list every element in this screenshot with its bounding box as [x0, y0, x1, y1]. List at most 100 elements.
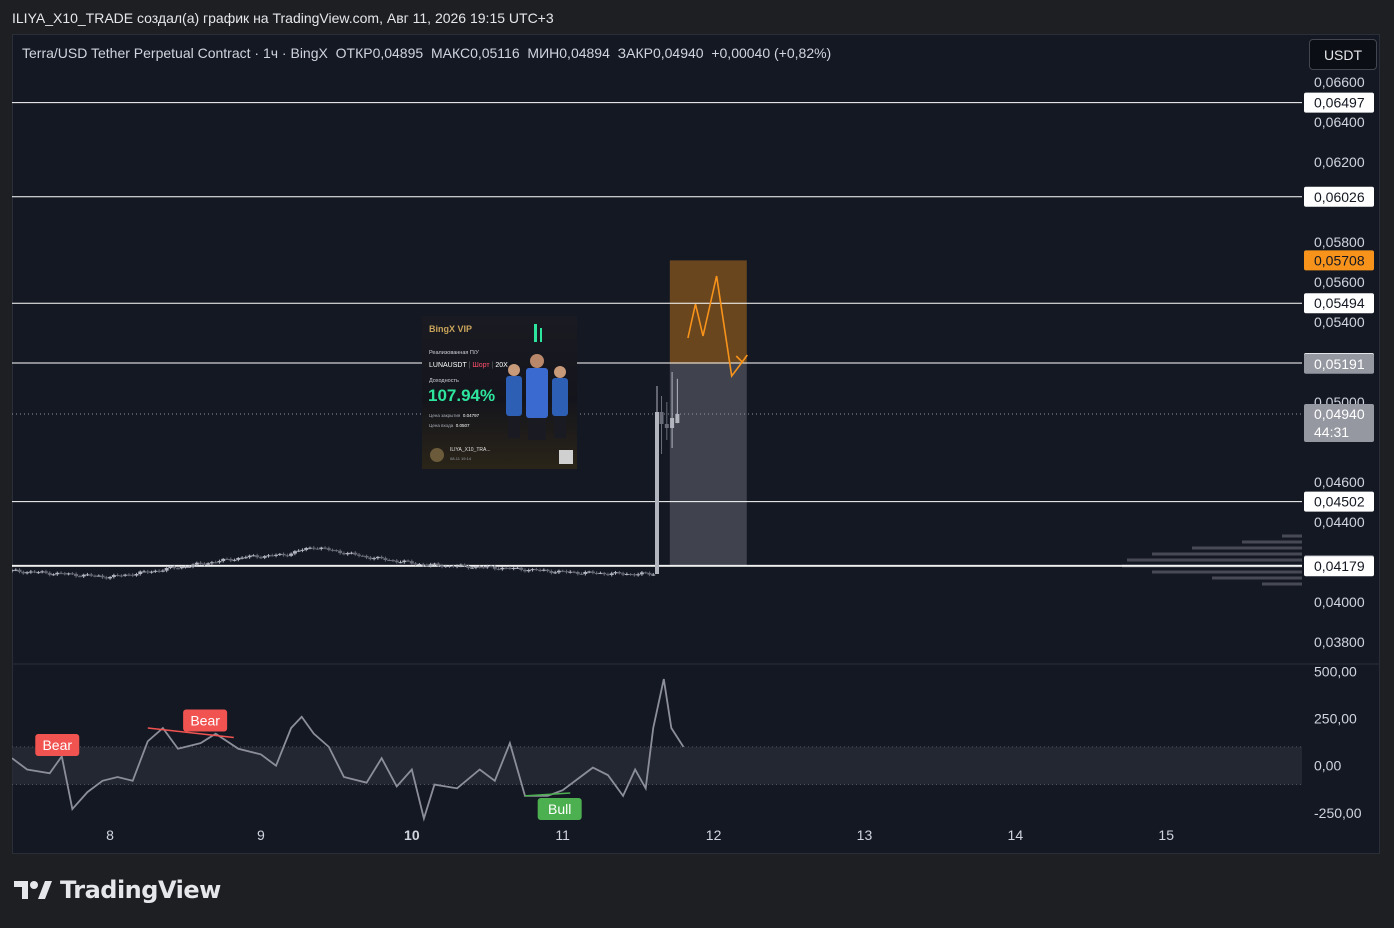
candle-body: [319, 547, 324, 549]
tradingview-wordmark: TradingView: [60, 876, 221, 904]
candle-body: [108, 576, 113, 579]
candle-body: [390, 560, 395, 562]
candle-body: [142, 571, 147, 573]
candle-body: [451, 565, 456, 567]
candle-body: [628, 573, 633, 575]
candle-body: [21, 571, 26, 574]
candle-body: [191, 564, 196, 567]
volume-profile-bar: [1262, 582, 1302, 586]
y-axis-tick-label: 0,05600: [1314, 274, 1365, 290]
candle-body: [255, 555, 260, 558]
candle-body: [583, 571, 588, 574]
candle-body: [228, 559, 233, 561]
candle-body: [164, 568, 169, 571]
promo-entry-price-value: 0.0507: [455, 423, 470, 428]
candle-body: [549, 571, 554, 573]
candle-body: [575, 572, 580, 574]
candle-body: [206, 563, 211, 565]
candle-body: [409, 561, 414, 564]
x-axis-tick-label: 15: [1158, 827, 1174, 843]
candle-body: [572, 571, 577, 573]
change-value: +0,00040 (+0,82%): [711, 45, 832, 61]
promo-user: ILIYA_X10_TRA...: [450, 447, 491, 453]
candle-body: [398, 562, 403, 564]
symbol-legend: Terra/USD Tether Perpetual Contract · 1ч…: [22, 45, 831, 61]
candle-body: [432, 563, 437, 565]
candle-body: [100, 575, 105, 578]
candle-body: [209, 562, 214, 564]
candle-body: [372, 558, 377, 560]
candle-body: [172, 566, 177, 569]
candle-body: [96, 575, 101, 577]
candle-body: [221, 558, 226, 562]
oscillator-tick-label: -250,00: [1314, 805, 1362, 821]
promo-close-price-label: Цена закрытия: [429, 413, 461, 418]
candle-body: [421, 563, 426, 566]
candle-body: [473, 566, 478, 568]
candle-body: [138, 571, 143, 575]
candle-body: [345, 553, 350, 555]
take-profit-zone[interactable]: [669, 363, 747, 566]
candle-body: [605, 574, 610, 576]
volume-profile-bar: [1242, 540, 1302, 544]
candle-body: [62, 573, 67, 575]
candle-body: [636, 574, 641, 576]
candle-body: [25, 572, 30, 574]
promo-qr-code: [559, 450, 573, 464]
y-axis-tick-label: 0,06400: [1314, 114, 1365, 130]
y-axis-tick-label: 0,05400: [1314, 314, 1365, 330]
candle-body: [85, 574, 90, 576]
candle-body: [651, 574, 656, 576]
candle-body: [194, 562, 199, 565]
candle-body: [213, 562, 218, 564]
price-tag-label: 0,04179: [1314, 558, 1365, 574]
candle-body: [613, 572, 618, 574]
candle-body: [424, 565, 429, 567]
candle-body: [383, 558, 388, 560]
candle-body: [274, 554, 279, 556]
candle-body: [568, 571, 573, 573]
bear-signal-label: Bear: [42, 737, 72, 753]
candle-body: [564, 571, 569, 573]
candle-body: [277, 553, 282, 555]
candle-body: [202, 563, 207, 565]
volume-profile-bar: [1127, 558, 1302, 562]
candle-body: [341, 553, 346, 555]
price-tag-label: 0,05708: [1314, 252, 1365, 268]
x-axis-tick-label: 10: [404, 827, 420, 843]
candle-body: [55, 572, 60, 575]
price-tag-label: 0,05191: [1314, 356, 1365, 372]
candle-body: [149, 571, 154, 573]
candle-body: [643, 572, 648, 574]
candle-body: [538, 570, 543, 572]
candle-body: [349, 552, 354, 554]
candle-body: [541, 569, 546, 571]
candle-body: [111, 575, 116, 577]
candle-body: [522, 569, 527, 572]
candle-body: [489, 566, 494, 568]
candle-body: [655, 412, 659, 574]
volume-profile-bar: [1192, 546, 1302, 550]
current-price-label: 0,04940: [1314, 406, 1365, 422]
candle-body: [74, 573, 79, 577]
promo-date: 08-11 19:14: [450, 456, 472, 461]
candle-body: [43, 571, 48, 573]
candle-body: [436, 563, 441, 566]
y-axis-tick-label: 0,04400: [1314, 514, 1365, 530]
candle-body: [443, 566, 448, 568]
low-label: МИН: [527, 45, 560, 61]
currency-button[interactable]: USDT: [1309, 39, 1377, 70]
promo-side: Шорт: [472, 362, 490, 369]
price-chart[interactable]: 0,06600 0,06400 0,06200 0,05800 0,05600 0,054…: [12, 34, 1380, 854]
low-value: 0,04894: [559, 45, 610, 61]
candle-body: [296, 550, 301, 552]
promo-close-price: Цена закрытия 0.04797: [429, 413, 479, 418]
candle-body: [360, 555, 365, 557]
candle-body: [126, 574, 131, 576]
price-tag-label: 0,04502: [1314, 494, 1365, 510]
promo-yield-label: Доходность: [429, 378, 459, 384]
candle-body: [466, 565, 471, 568]
tradingview-brand[interactable]: TradingView: [14, 872, 221, 908]
candle-body: [481, 567, 486, 569]
candle-body: [32, 571, 37, 573]
